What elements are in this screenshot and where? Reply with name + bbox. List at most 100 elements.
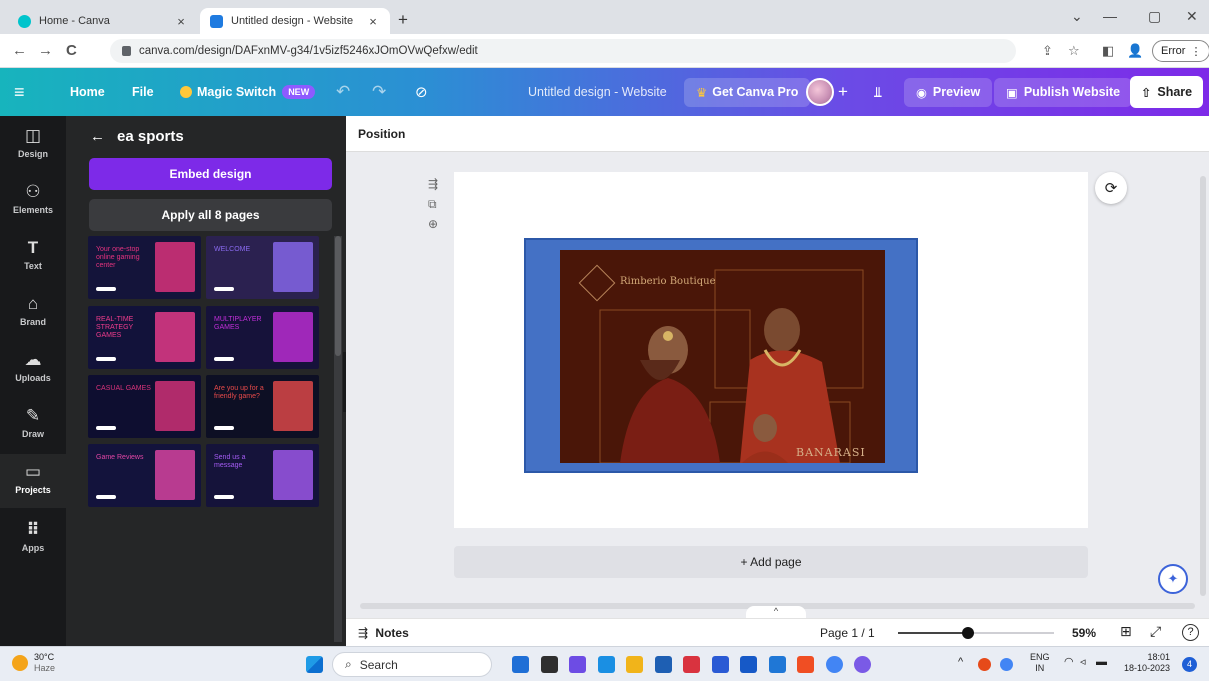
scrollbar-thumb[interactable] xyxy=(335,236,341,356)
page-notes-icon[interactable]: ⇶ xyxy=(428,174,438,194)
back-arrow-icon[interactable]: ← xyxy=(90,128,105,145)
rail-item-apps[interactable]: ⠿ Apps xyxy=(0,520,66,553)
taskbar-app-icon[interactable] xyxy=(825,656,843,673)
new-tab-button[interactable]: + xyxy=(398,10,408,30)
zoom-level[interactable]: 59% xyxy=(1072,626,1096,640)
taskbar-app-icon[interactable] xyxy=(683,656,700,673)
collaborator-avatar[interactable] xyxy=(806,68,834,116)
error-profile-button[interactable]: Error ⋮ xyxy=(1152,40,1209,62)
position-button[interactable]: Position xyxy=(358,127,405,141)
language-indicator[interactable]: ENG IN xyxy=(1030,652,1050,674)
reload-icon[interactable]: C xyxy=(66,42,77,59)
zoom-handle[interactable] xyxy=(962,627,974,639)
browser-tab-design[interactable]: Untitled design - Website × xyxy=(200,8,390,34)
get-canva-pro-button[interactable]: ♛ Get Canva Pro xyxy=(684,76,811,108)
redo-icon[interactable]: ↷ xyxy=(372,68,386,116)
help-icon[interactable]: ? xyxy=(1182,624,1199,641)
design-page[interactable]: Rimberio Boutique BANARASI xyxy=(454,172,1088,528)
browser-tab-home[interactable]: Home - Canva × xyxy=(8,8,198,34)
rail-item-projects[interactable]: ▭ Projects xyxy=(0,454,66,508)
template-thumbnail[interactable]: REAL-TIME STRATEGY GAMES xyxy=(88,306,201,369)
bookmark-star-icon[interactable]: ☆ xyxy=(1068,43,1080,59)
tray-overflow-icon[interactable]: ^ xyxy=(958,657,963,668)
template-thumbnail[interactable]: MULTIPLAYER GAMES xyxy=(206,306,319,369)
publish-website-button[interactable]: ▣ Publish Website xyxy=(994,76,1133,108)
template-thumbnail[interactable]: Are you up for a friendly game? xyxy=(206,375,319,438)
close-tab-icon[interactable]: × xyxy=(174,14,188,29)
add-page-button[interactable]: + Add page xyxy=(454,546,1088,578)
rail-item-uploads[interactable]: ☁ Uploads xyxy=(0,350,66,383)
back-icon[interactable]: ← xyxy=(12,42,27,59)
notification-badge[interactable]: 4 xyxy=(1182,657,1197,672)
grid-view-icon[interactable]: ⊞ xyxy=(1120,623,1132,640)
volume-icon[interactable]: ◃ xyxy=(1080,657,1086,668)
taskbar-app-icon[interactable] xyxy=(797,656,814,673)
taskbar-app-icon[interactable] xyxy=(540,656,558,673)
expand-pages-button[interactable]: ^ xyxy=(746,606,806,618)
vertical-scrollbar[interactable] xyxy=(1197,152,1209,606)
taskbar-app-icon[interactable] xyxy=(626,656,643,673)
taskbar-app-icon[interactable] xyxy=(740,656,757,673)
url-field[interactable]: canva.com/design/DAFxnMV-g34/1v5izf5246x… xyxy=(110,39,1016,63)
panel-scrollbar[interactable] xyxy=(334,236,342,642)
magic-assistant-icon[interactable]: ✦ xyxy=(1158,564,1188,594)
document-title[interactable]: Untitled design - Website xyxy=(528,68,667,116)
tab-search-icon[interactable]: ⌄ xyxy=(1071,8,1083,25)
embed-design-button[interactable]: Embed design xyxy=(89,158,332,190)
rail-item-brand[interactable]: ⌂ Brand xyxy=(0,294,66,327)
image-frame[interactable]: Rimberio Boutique BANARASI xyxy=(524,238,918,473)
page-indicator[interactable]: Page 1 / 1 xyxy=(820,626,875,640)
wifi-icon[interactable]: ◠ xyxy=(1064,657,1074,668)
minimize-icon[interactable]: — xyxy=(1103,8,1117,24)
taskbar-app-icon[interactable] xyxy=(854,656,871,673)
side-panel-icon[interactable]: ◧ xyxy=(1102,43,1114,59)
taskbar-app-icon[interactable] xyxy=(711,656,729,673)
template-thumbnail[interactable]: Send us a message xyxy=(206,444,319,507)
template-thumbnail[interactable]: Your one-stop online gaming center xyxy=(88,236,201,299)
apply-all-pages-button[interactable]: Apply all 8 pages xyxy=(89,199,332,231)
taskbar-search[interactable]: ⌕ Search xyxy=(332,652,492,677)
template-thumbnail[interactable]: Game Reviews xyxy=(88,444,201,507)
taskbar-app-icon[interactable] xyxy=(597,656,615,673)
security-tray-icon[interactable] xyxy=(978,658,991,671)
taskbar-app-icon[interactable] xyxy=(768,656,786,673)
windows-start-icon[interactable] xyxy=(306,656,323,673)
rail-item-draw[interactable]: ✎ Draw xyxy=(0,406,66,439)
magic-switch-button[interactable]: Magic Switch NEW xyxy=(180,68,316,116)
rail-item-elements[interactable]: ⚇ Elements xyxy=(0,182,66,215)
chrome-tray-icon[interactable] xyxy=(1000,658,1013,671)
share-page-icon[interactable]: ⇪ xyxy=(1042,43,1053,59)
insights-icon[interactable]: ⫫ xyxy=(874,68,882,116)
share-button[interactable]: ⇧ Share xyxy=(1130,76,1203,108)
clock[interactable]: 18:01 18-10-2023 xyxy=(1124,652,1170,674)
taskbar-app-icon[interactable] xyxy=(512,656,529,673)
fullscreen-icon[interactable]: ⤢ xyxy=(1150,623,1161,640)
add-page-icon[interactable]: ⊕ xyxy=(428,214,438,234)
close-tab-icon[interactable]: × xyxy=(366,14,380,29)
template-thumbnail[interactable]: WELCOME xyxy=(206,236,319,299)
banarasi-photo[interactable]: Rimberio Boutique BANARASI xyxy=(560,250,885,463)
taskbar-app-icon[interactable] xyxy=(569,656,586,673)
refresh-design-icon[interactable]: ⟳ xyxy=(1095,172,1127,204)
weather-widget[interactable]: 30°C Haze xyxy=(12,652,55,674)
rail-item-design[interactable]: ◫ Design xyxy=(0,126,66,159)
notes-button[interactable]: ⇶ Notes xyxy=(358,626,409,640)
forward-icon[interactable]: → xyxy=(38,42,53,59)
close-window-icon[interactable]: ✕ xyxy=(1186,8,1198,25)
restore-icon[interactable]: ▢ xyxy=(1148,8,1161,25)
profile-icon[interactable]: 👤 xyxy=(1127,43,1143,59)
taskbar-app-icon[interactable] xyxy=(654,656,672,673)
add-collaborator-icon[interactable]: + xyxy=(838,68,848,116)
battery-icon[interactable]: ▬ xyxy=(1096,657,1107,668)
duplicate-page-icon[interactable]: ⧉ xyxy=(428,194,438,214)
undo-icon[interactable]: ↶ xyxy=(336,68,350,116)
preview-button[interactable]: ◉ Preview xyxy=(904,76,993,108)
template-thumbnail[interactable]: CASUAL GAMES xyxy=(88,375,201,438)
saved-status-icon[interactable]: ⊘ xyxy=(415,68,428,116)
rail-item-text[interactable]: T Text xyxy=(0,238,66,271)
scrollbar-thumb[interactable] xyxy=(1200,176,1206,596)
file-menu[interactable]: File xyxy=(132,68,154,116)
home-menu[interactable]: Home xyxy=(70,68,105,116)
zoom-slider[interactable] xyxy=(898,627,1054,639)
main-menu-icon[interactable]: ≡ xyxy=(14,68,25,116)
